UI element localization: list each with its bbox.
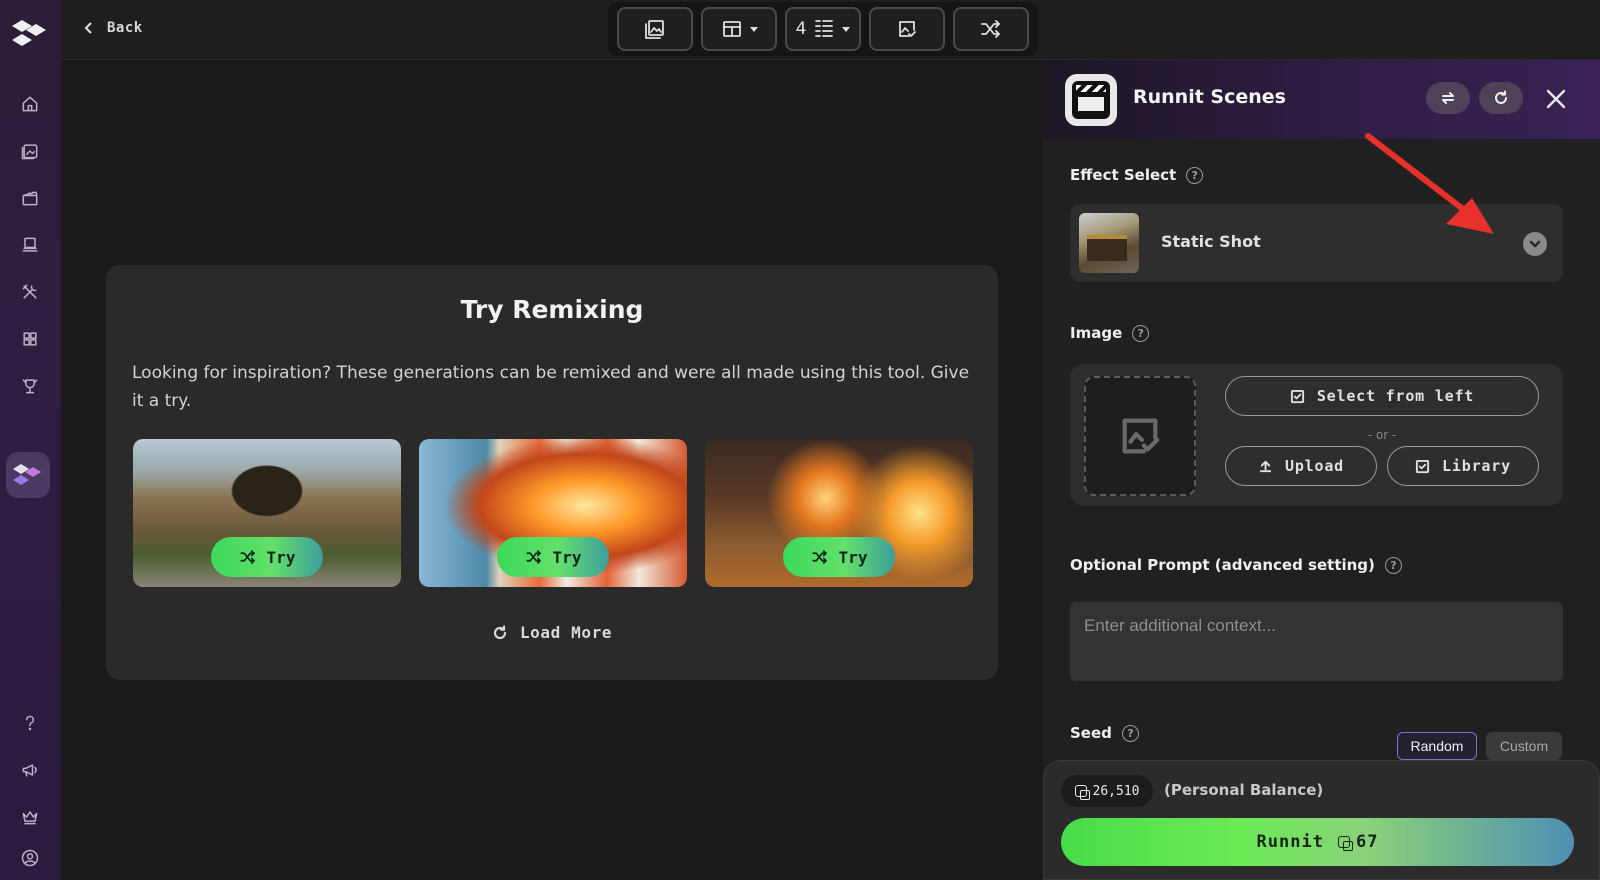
- seed-label: Seed ?: [1070, 724, 1139, 742]
- panel-header: Runnit Scenes: [1043, 60, 1600, 139]
- try-button[interactable]: Try: [211, 537, 323, 577]
- swap-button[interactable]: [1426, 82, 1470, 114]
- image-check-icon: [1122, 418, 1160, 454]
- back-label: Back: [107, 20, 143, 36]
- runnit-app-icon[interactable]: [6, 452, 50, 498]
- refresh-icon: [1495, 90, 1507, 104]
- remix-description: Looking for inspiration? These generatio…: [132, 363, 970, 411]
- load-more-label: Load More: [519, 623, 613, 642]
- checkbox-icon: [1416, 459, 1430, 473]
- try-remixing-card: Try Remixing Looking for inspiration? Th…: [106, 265, 998, 680]
- crown-icon[interactable]: [10, 797, 50, 837]
- try-button[interactable]: Try: [497, 537, 609, 577]
- upload-icon: [1259, 460, 1272, 472]
- help-icon[interactable]: ?: [1384, 556, 1402, 574]
- megaphone-icon[interactable]: [10, 750, 50, 790]
- effect-select-label: Effect Select ?: [1070, 166, 1204, 184]
- swap-arrows-icon: [1442, 92, 1454, 104]
- chevron-down-icon[interactable]: [1523, 232, 1547, 256]
- image-check-icon: [899, 21, 916, 37]
- scenes-icon[interactable]: [10, 178, 50, 218]
- trophy-icon[interactable]: [10, 366, 50, 406]
- settings-panel: Runnit Scenes Effect Select ? Static Sho…: [1043, 60, 1600, 880]
- seed-custom-toggle[interactable]: Custom: [1486, 732, 1562, 760]
- image-input-box: Select from left - or - Upload Library: [1070, 364, 1563, 506]
- view-toolbar: 4: [608, 2, 1038, 56]
- remix-thumbnail-explosion[interactable]: Try: [705, 439, 973, 587]
- help-icon[interactable]: ?: [1132, 324, 1150, 342]
- gallery-view-button[interactable]: [617, 7, 693, 51]
- columns-count-button[interactable]: 4: [785, 7, 861, 51]
- home-icon[interactable]: [10, 84, 50, 124]
- try-label: Try: [552, 547, 582, 567]
- close-panel-button[interactable]: [1543, 86, 1569, 112]
- image-label: Image ?: [1070, 324, 1150, 342]
- tools-icon[interactable]: [10, 272, 50, 312]
- upload-button[interactable]: Upload: [1225, 446, 1377, 486]
- shuffle-icon: [239, 550, 255, 564]
- try-label: Try: [266, 547, 296, 567]
- runnit-logo-icon[interactable]: [12, 18, 48, 48]
- select-image-button[interactable]: [869, 7, 945, 51]
- shuffle-icon: [981, 20, 1000, 38]
- clapperboard-app-icon: [1065, 74, 1117, 126]
- panel-title: Runnit Scenes: [1133, 86, 1286, 108]
- shuffle-button[interactable]: [953, 7, 1029, 51]
- apps-icon[interactable]: [10, 319, 50, 359]
- shuffle-icon: [811, 550, 827, 564]
- image-drop-zone[interactable]: [1084, 376, 1196, 496]
- gallery-icon[interactable]: [10, 131, 50, 171]
- columns-count-label: 4: [795, 19, 807, 39]
- caret-down-icon: [750, 26, 758, 32]
- close-icon: [1546, 89, 1566, 109]
- remix-thumbnail-fire-beach[interactable]: Try: [419, 439, 687, 587]
- checkbox-icon: [1290, 389, 1304, 403]
- reset-button[interactable]: [1479, 82, 1523, 114]
- balance-value: 26,510: [1092, 783, 1140, 799]
- caret-down-icon: [842, 26, 851, 32]
- load-more-button[interactable]: Load More: [106, 623, 998, 642]
- run-cost: 67: [1337, 832, 1379, 852]
- top-bar: Back 4: [61, 0, 1600, 60]
- balance-label: (Personal Balance): [1164, 781, 1324, 799]
- annotation-arrow-icon: [1365, 133, 1494, 234]
- left-sidebar: [0, 0, 61, 880]
- runnit-button[interactable]: Runnit 67: [1061, 818, 1574, 866]
- back-button[interactable]: Back: [83, 16, 143, 40]
- seed-random-toggle[interactable]: Random: [1397, 732, 1477, 760]
- table-layout-icon: [723, 21, 741, 37]
- runnit-label: Runnit: [1256, 832, 1324, 852]
- queue-icon[interactable]: [10, 225, 50, 265]
- chevron-left-icon: [84, 22, 92, 34]
- effect-thumbnail: [1079, 213, 1139, 273]
- run-footer: 26,510 (Personal Balance) Runnit 67: [1043, 760, 1600, 880]
- optional-prompt-label: Optional Prompt (advanced setting) ?: [1070, 556, 1402, 574]
- effect-selected-value: Static Shot: [1161, 232, 1261, 251]
- gallery-icon: [645, 20, 664, 39]
- coins-icon: [1337, 836, 1350, 848]
- coins-icon: [1074, 785, 1087, 797]
- optional-prompt-input[interactable]: [1070, 602, 1563, 681]
- run-cost-value: 67: [1355, 832, 1379, 852]
- balance-badge: 26,510: [1061, 775, 1153, 807]
- account-icon[interactable]: [10, 838, 50, 878]
- help-icon[interactable]: ?: [1121, 724, 1139, 742]
- select-from-left-button[interactable]: Select from left: [1225, 376, 1539, 416]
- try-button[interactable]: Try: [783, 537, 895, 577]
- refresh-icon: [493, 624, 507, 639]
- list-icon: [815, 20, 834, 37]
- shuffle-icon: [525, 550, 541, 564]
- library-button[interactable]: Library: [1387, 446, 1539, 486]
- or-divider: - or -: [1367, 428, 1397, 442]
- remix-title: Try Remixing: [460, 295, 644, 324]
- help-icon[interactable]: ?: [1186, 166, 1204, 184]
- layout-dropdown-button[interactable]: [701, 7, 777, 51]
- remix-thumbnail-horse-rider[interactable]: Try: [133, 439, 401, 587]
- try-label: Try: [838, 547, 868, 567]
- help-icon[interactable]: [10, 703, 50, 743]
